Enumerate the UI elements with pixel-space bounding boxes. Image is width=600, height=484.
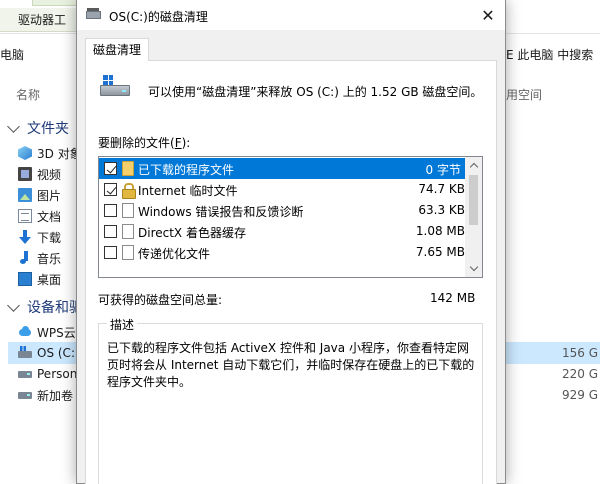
- reclaimable-space-summary: 可以使用“磁盘清理”来释放 OS (C:) 上的 1.52 GB 磁盘空间。: [148, 85, 483, 99]
- dialog-titlebar[interactable]: OS(C:)的磁盘清理 ✕: [77, 0, 505, 30]
- nav-item-desktop[interactable]: 桌面: [18, 269, 61, 289]
- desktop-icon: [18, 272, 32, 286]
- video-icon: [18, 167, 32, 181]
- checkbox[interactable]: [104, 183, 117, 196]
- device-item-label: Person: [37, 367, 78, 381]
- total-space-label: 可获得的磁盘空间总量:: [98, 293, 223, 307]
- nav-item-3d-objects[interactable]: 3D 对象: [18, 143, 82, 163]
- files-to-delete-label: 要删除的文件(F):: [98, 136, 191, 150]
- device-item-label: 新加卷: [37, 388, 74, 403]
- scroll-up-button[interactable]: [465, 157, 482, 174]
- list-item-downloaded-program-files[interactable]: 已下载的程序文件 0 字节: [99, 158, 465, 179]
- disk-cleanup-app-icon: [86, 8, 102, 20]
- list-item-windows-error-reports[interactable]: Windows 错误报告和反馈诊断 63.3 KB: [99, 200, 465, 221]
- device-item-os-c[interactable]: OS (C:: [18, 343, 75, 363]
- music-icon: [18, 251, 32, 265]
- description-groupbox: 描述 已下载的程序文件包括 ActiveX 控件和 Java 小程序，你查看特定…: [98, 316, 483, 484]
- list-vertical-scrollbar[interactable]: [465, 157, 482, 277]
- device-item-personal[interactable]: Person: [18, 364, 77, 384]
- device-free-size: 220 G: [562, 367, 599, 381]
- column-header-name[interactable]: 名称: [16, 86, 40, 103]
- file-category-size: 0 字节: [425, 163, 461, 177]
- ribbon-tab-drive-tools-label: 驱动器工: [18, 13, 67, 27]
- file-category-name: Internet 临时文件: [138, 184, 238, 198]
- file-category-name: 已下载的程序文件: [138, 163, 235, 177]
- nav-item-label: 图片: [37, 188, 62, 203]
- nav-item-label: 文档: [37, 209, 62, 224]
- device-free-size: 929 G: [562, 388, 599, 402]
- chevron-down-icon: [7, 119, 20, 133]
- checkbox[interactable]: [104, 204, 117, 217]
- device-free-size: 156 G: [562, 346, 599, 360]
- group-devices-label: 设备和驱: [27, 300, 83, 316]
- nav-item-label: 桌面: [37, 272, 62, 287]
- nav-item-downloads[interactable]: 下载: [18, 227, 61, 247]
- file-category-size: 7.65 MB: [415, 245, 465, 259]
- column-header-free-space[interactable]: 用空间: [506, 86, 542, 103]
- document-icon: [18, 209, 32, 223]
- description-title: 描述: [107, 316, 138, 333]
- tab-disk-cleanup[interactable]: 磁盘清理: [85, 38, 150, 61]
- ribbon-tab-manage[interactable]: [32, 0, 82, 6]
- chevron-down-icon: [469, 262, 478, 272]
- file-icon: [122, 245, 134, 260]
- checkbox[interactable]: [104, 246, 117, 259]
- cloud-icon: [18, 325, 32, 339]
- disk-cleanup-dialog: OS(C:)的磁盘清理 ✕ 磁盘清理 可以使用“磁盘清理”来释放 OS (C:)…: [76, 0, 506, 484]
- file-category-size: 1.08 MB: [415, 224, 465, 238]
- cube-icon: [18, 146, 32, 160]
- nav-item-music[interactable]: 音乐: [18, 248, 61, 268]
- device-item-new-volume[interactable]: 新加卷: [18, 385, 73, 405]
- files-to-delete-list[interactable]: 已下载的程序文件 0 字节 Internet 临时文件 74.7 KB Wind…: [98, 156, 483, 278]
- file-category-name: Windows 错误报告和反馈诊断: [138, 205, 304, 219]
- device-item-wps-cloud[interactable]: WPS云: [18, 322, 76, 342]
- nav-item-label: 下载: [37, 230, 62, 245]
- chevron-down-icon: [7, 298, 20, 312]
- tab-panel-disk-cleanup: 可以使用“磁盘清理”来释放 OS (C:) 上的 1.52 GB 磁盘空间。 要…: [85, 60, 497, 484]
- description-text: 已下载的程序文件包括 ActiveX 控件和 Java 小程序，你查看特定网页时…: [107, 341, 475, 389]
- list-item-delivery-optimization-files[interactable]: 传递优化文件 7.65 MB: [99, 242, 465, 263]
- device-item-label: OS (C:: [37, 346, 75, 360]
- scroll-down-button[interactable]: [465, 260, 482, 277]
- list-item-directx-shader-cache[interactable]: DirectX 着色器缓存 1.08 MB: [99, 221, 465, 242]
- nav-item-label: 3D 对象: [37, 146, 82, 161]
- folder-icon: [122, 161, 134, 176]
- file-category-size: 74.7 KB: [418, 182, 465, 196]
- close-button[interactable]: ✕: [471, 0, 505, 30]
- download-icon: [18, 230, 32, 244]
- nav-item-label: 音乐: [37, 251, 62, 266]
- file-category-size: 63.3 KB: [418, 203, 465, 217]
- hard-drive-icon: [100, 75, 130, 97]
- nav-item-videos[interactable]: 视频: [18, 164, 61, 184]
- file-category-name: DirectX 着色器缓存: [138, 226, 246, 240]
- list-item-internet-temp-files[interactable]: Internet 临时文件 74.7 KB: [99, 179, 465, 200]
- group-folders[interactable]: 文件夹: [6, 118, 69, 138]
- lock-icon: [122, 182, 136, 199]
- dialog-tabstrip: 磁盘清理: [85, 38, 497, 61]
- address-bar-text[interactable]: 电脑: [0, 46, 24, 63]
- dialog-title: OS(C:)的磁盘清理: [109, 10, 208, 24]
- picture-icon: [18, 188, 32, 202]
- total-space-value: 142 MB: [430, 291, 476, 305]
- nav-item-label: 视频: [37, 167, 62, 182]
- group-folders-label: 文件夹: [27, 121, 69, 137]
- drive-icon: [18, 367, 32, 381]
- checkbox[interactable]: [104, 162, 117, 175]
- file-category-name: 传递优化文件: [138, 247, 211, 261]
- group-devices[interactable]: 设备和驱: [6, 297, 83, 317]
- device-item-label: WPS云: [37, 325, 76, 340]
- chevron-up-icon: [469, 162, 478, 172]
- search-box-placeholder[interactable]: E 此电脑 中搜索: [506, 46, 593, 63]
- scrollbar-thumb[interactable]: [469, 175, 478, 225]
- nav-item-documents[interactable]: 文档: [18, 206, 61, 226]
- drive-icon: [18, 388, 32, 402]
- file-icon: [122, 203, 134, 218]
- nav-item-pictures[interactable]: 图片: [18, 185, 61, 205]
- file-icon: [122, 224, 134, 239]
- close-icon: ✕: [481, 5, 495, 25]
- os-drive-icon: [18, 346, 32, 360]
- checkbox[interactable]: [104, 225, 117, 238]
